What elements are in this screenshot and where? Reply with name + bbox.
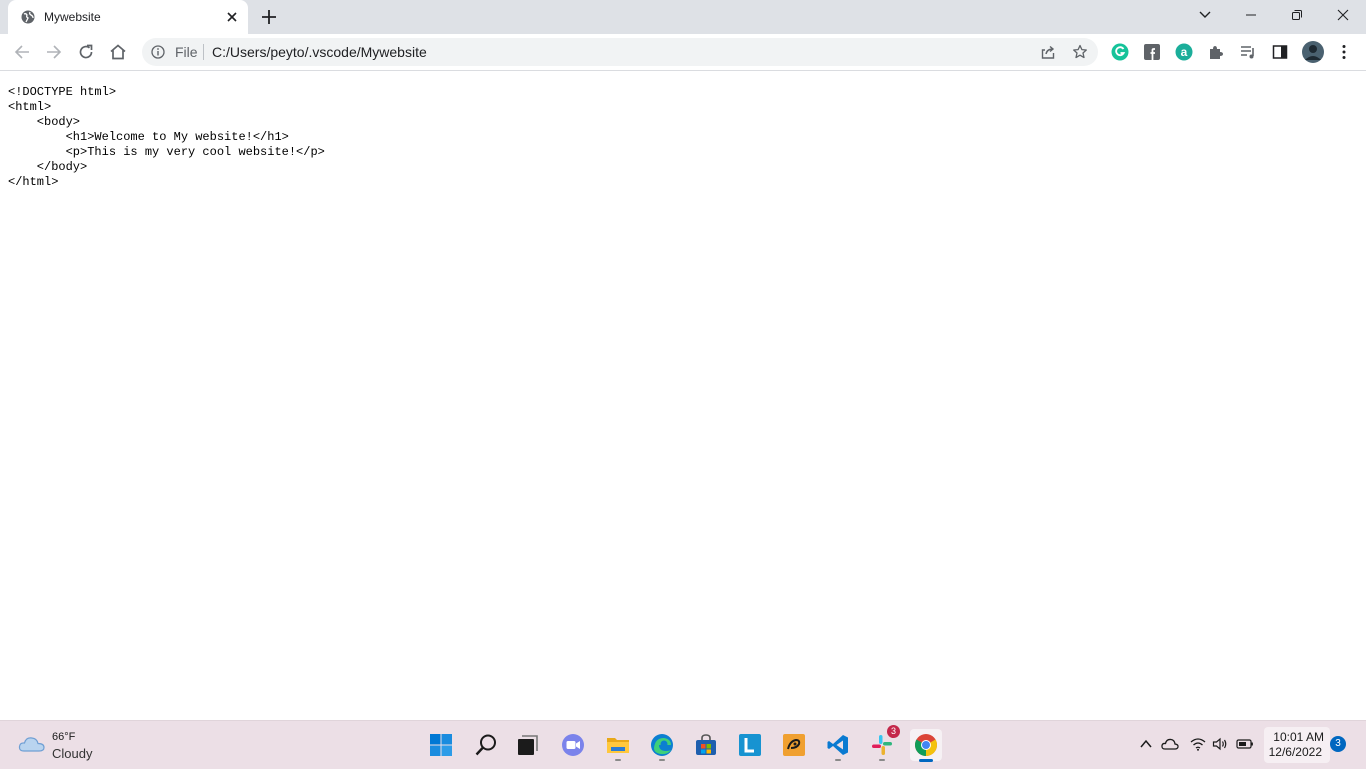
address-scheme: File bbox=[175, 44, 198, 60]
extensions-puzzle-icon[interactable] bbox=[1207, 43, 1225, 61]
weather-condition[interactable]: Cloudy bbox=[52, 746, 92, 761]
forward-arrow-icon[interactable] bbox=[44, 42, 64, 62]
window-close-icon[interactable] bbox=[1331, 5, 1355, 25]
wifi-icon[interactable] bbox=[1189, 735, 1207, 753]
minimize-icon[interactable] bbox=[1239, 5, 1263, 25]
tab-search-chevron-icon[interactable] bbox=[1193, 5, 1217, 25]
edge-icon[interactable] bbox=[646, 729, 678, 761]
grammarly-icon[interactable] bbox=[1111, 43, 1129, 61]
running-indicator bbox=[835, 759, 841, 761]
back-arrow-icon[interactable] bbox=[12, 42, 32, 62]
running-indicator bbox=[615, 759, 621, 761]
address-divider bbox=[203, 44, 204, 60]
address-bar[interactable]: File C:/Users/peyto/.vscode/Mywebsite bbox=[142, 38, 1098, 66]
new-tab-button[interactable] bbox=[260, 8, 278, 26]
onedrive-icon[interactable] bbox=[1161, 735, 1179, 753]
page-content: <!DOCTYPE html> <html> <body> <h1>Welcom… bbox=[0, 71, 1366, 720]
l-app-icon[interactable] bbox=[734, 729, 766, 761]
a-extension-icon[interactable]: a bbox=[1175, 43, 1193, 61]
home-icon[interactable] bbox=[108, 42, 128, 62]
slack-icon[interactable]: 3 bbox=[866, 725, 900, 761]
address-url[interactable]: C:/Users/peyto/.vscode/Mywebsite bbox=[212, 44, 427, 60]
close-icon[interactable] bbox=[224, 9, 240, 25]
task-view-icon[interactable] bbox=[512, 729, 544, 761]
avatar[interactable] bbox=[1302, 41, 1324, 63]
battery-icon[interactable] bbox=[1236, 735, 1254, 753]
tab-mywebsite[interactable]: Mywebsite bbox=[8, 0, 248, 34]
chrome-icon[interactable] bbox=[910, 729, 942, 762]
info-icon[interactable] bbox=[151, 45, 165, 59]
share-icon[interactable] bbox=[1040, 44, 1056, 60]
taskbar-clock[interactable]: 10:01 AM 12/6/2022 bbox=[1264, 727, 1330, 763]
running-indicator bbox=[879, 759, 885, 761]
vscode-icon[interactable] bbox=[822, 729, 854, 761]
notification-count-badge[interactable]: 3 bbox=[1330, 736, 1346, 752]
microsoft-store-icon[interactable] bbox=[690, 729, 722, 761]
svg-text:a: a bbox=[1181, 45, 1188, 59]
weather-temperature[interactable]: 66°F bbox=[52, 731, 75, 743]
cloud-weather-icon[interactable] bbox=[18, 733, 46, 755]
restore-icon[interactable] bbox=[1285, 5, 1309, 25]
bookmark-star-icon[interactable] bbox=[1072, 44, 1088, 60]
tab-strip: Mywebsite bbox=[0, 0, 1366, 34]
globe-icon bbox=[21, 10, 35, 24]
tab-title: Mywebsite bbox=[44, 10, 101, 24]
browser-toolbar: File C:/Users/peyto/.vscode/Mywebsite a bbox=[0, 34, 1366, 71]
windows-start-icon[interactable] bbox=[425, 729, 457, 761]
taskbar: 66°F Cloudy 3 10:01 AM 12/6/2022 3 bbox=[0, 720, 1366, 769]
running-indicator bbox=[659, 759, 665, 761]
file-explorer-icon[interactable] bbox=[602, 729, 634, 761]
media-queue-icon[interactable] bbox=[1239, 43, 1257, 61]
facebook-extension-icon[interactable] bbox=[1143, 43, 1161, 61]
clock-time: 10:01 AM bbox=[1273, 730, 1324, 744]
chevron-up-icon[interactable] bbox=[1137, 735, 1155, 753]
reload-icon[interactable] bbox=[76, 42, 96, 62]
side-panel-icon[interactable] bbox=[1271, 43, 1289, 61]
slack-badge: 3 bbox=[887, 725, 900, 738]
active-indicator bbox=[919, 759, 933, 762]
teams-chat-icon[interactable] bbox=[557, 729, 589, 761]
search-icon[interactable] bbox=[470, 729, 502, 761]
html-source-text: <!DOCTYPE html> <html> <body> <h1>Welcom… bbox=[8, 85, 325, 189]
kebab-menu-icon[interactable] bbox=[1335, 43, 1353, 61]
orange-app-icon[interactable] bbox=[778, 729, 810, 761]
volume-icon[interactable] bbox=[1211, 735, 1229, 753]
clock-date: 12/6/2022 bbox=[1268, 745, 1322, 759]
